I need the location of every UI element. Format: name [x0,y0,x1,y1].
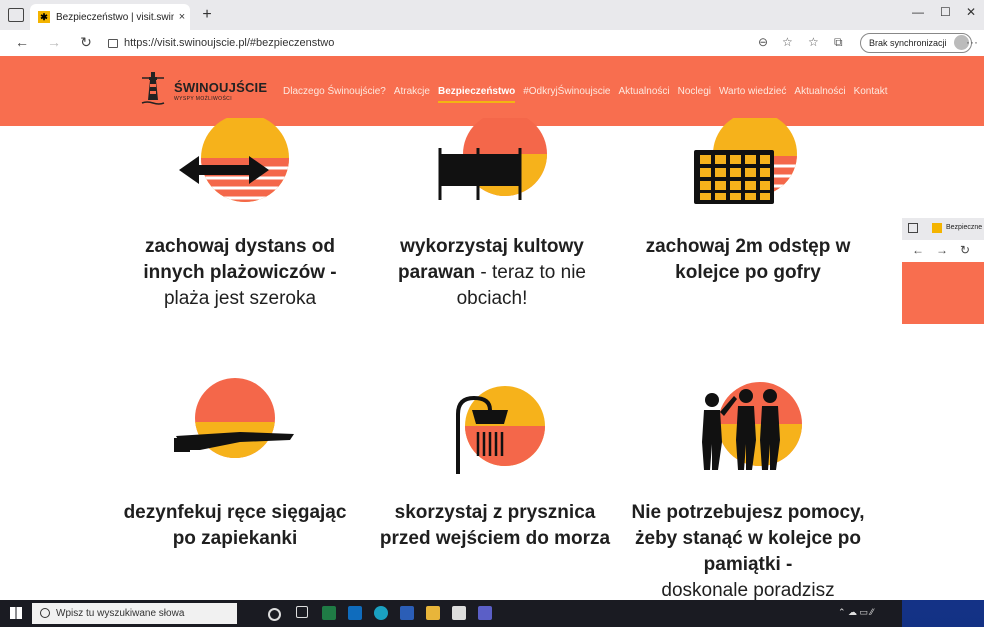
distance-arrows-icon [179,118,289,202]
tip-souvenirs-bold: Nie potrzebujesz pomocy, żeby stanąć w k… [631,502,865,575]
close-window-icon[interactable]: ✕ [966,5,976,19]
refresh-icon: ↻ [960,243,971,257]
edge-icon[interactable] [374,606,388,620]
forward-icon: → [936,243,948,257]
site-header: ŚWINOUJŚCIE WYSPY MOŻLIWOŚCI Dlaczego Św… [0,56,984,126]
hand-plate-icon [174,378,294,458]
menu-item-warto-wiedziec[interactable]: Warto wiedzieć [719,86,786,103]
lock-icon [108,38,118,48]
tip-waffles-bold: zachowaj 2m odstęp w kolejce po gofry [645,236,851,283]
waffle-icon [694,118,797,204]
new-tab-button[interactable]: + [196,4,218,26]
tip-souvenirs: Nie potrzebujesz pomocy, żeby stanąć w k… [628,500,868,600]
tip-souvenirs-light: doskonale poradzisz [661,580,835,600]
logo-name: ŚWINOUJŚCIE [174,80,268,95]
menu-item-aktualnosci-2[interactable]: Aktualności [794,86,845,103]
windbreak-icon [438,118,547,200]
background-site-header [902,262,984,324]
maximize-icon[interactable]: ☐ [940,5,951,19]
browser-window: ✱ Bezpieczeństwo | visit.swinoujsc × + —… [0,0,984,600]
collections-icon[interactable]: ⧉ [834,35,843,50]
menu-item-bezpieczenstwo[interactable]: Bezpieczeństwo [437,86,516,103]
tab-strip: ✱ Bezpieczeństwo | visit.swinoujsc × + —… [0,0,984,30]
site-favicon-icon [932,223,942,233]
site-favicon-icon: ✱ [38,11,50,23]
search-icon [40,608,50,618]
tip-shower-bold: skorzystaj z prysznica przed wejściem do… [379,502,611,549]
menu-item-odkryj[interactable]: #OdkryjŚwinoujscie [523,86,610,103]
shower-icon [456,386,545,474]
tip-sanitize-bold: dezynfekuj ręce sięgając po zapiekanki [123,502,347,549]
tip-distance-bold: zachowaj dystans od innych plażowiczów - [143,236,337,283]
cortana-icon[interactable] [268,608,281,621]
forward-icon[interactable]: → [44,34,64,50]
tab-actions-icon [908,223,918,233]
tip-distance: zachowaj dystans od innych plażowiczów -… [120,234,360,312]
file-explorer-icon[interactable] [426,606,440,620]
minimize-icon[interactable]: — [912,5,924,19]
background-tab-strip: Bezpieczne [902,218,984,240]
store-icon[interactable] [452,606,466,620]
tab-close-icon[interactable]: × [174,11,190,23]
zoom-icon[interactable]: ⊖ [758,35,768,49]
menu-item-noclegi[interactable]: Noclegi [678,86,711,103]
background-browser-window[interactable]: Bezpieczne ← → ↻ [902,218,984,324]
tip-sanitize: dezynfekuj ręce sięgając po zapiekanki [115,500,355,552]
tab-bezpieczenstwo[interactable]: ✱ Bezpieczeństwo | visit.swinoujsc × [30,4,190,30]
more-menu-icon[interactable]: ··· [966,35,978,49]
word-icon[interactable] [400,606,414,620]
safety-tips-section: zachowaj dystans od innych plażowiczów -… [0,118,984,600]
task-view-icon[interactable] [296,606,308,618]
background-address-row: ← → ↻ [902,240,984,262]
back-icon[interactable]: ← [12,34,32,50]
favorites-list-icon[interactable]: ☆ [808,35,819,49]
menu-item-aktualnosci[interactable]: Aktualności [618,86,669,103]
tip-distance-light: plaża jest szeroka [163,288,317,309]
outlook-icon[interactable] [348,606,362,620]
teams-icon[interactable] [478,606,492,620]
refresh-icon[interactable]: ↻ [76,34,96,51]
menu-item-kontakt[interactable]: Kontakt [854,86,888,103]
url-text: https://visit.swinoujscie.pl/#bezpieczen… [124,37,335,49]
tab-actions-icon[interactable] [8,8,24,22]
taskbar-search-input[interactable]: Wpisz tu wyszukiwane słowa [32,603,237,624]
start-windows-icon[interactable] [10,607,22,619]
background-tab-title: Bezpieczne [946,224,983,231]
windows-taskbar: Wpisz tu wyszukiwane słowa ⌃ ☁ ▭ ⁄⁄ [0,600,902,627]
tip-windbreak: wykorzystaj kultowy parawan - teraz to n… [372,234,612,312]
sync-button[interactable]: Brak synchronizacji [860,33,972,53]
people-queue-icon [702,382,802,470]
search-placeholder: Wpisz tu wyszukiwane słowa [56,608,185,619]
logo-tagline: WYSPY MOŻLIWOŚCI [174,96,232,102]
menu-item-atrakcje[interactable]: Atrakcje [394,86,430,103]
site-logo[interactable]: ŚWINOUJŚCIE WYSPY MOŻLIWOŚCI [140,68,270,112]
lighthouse-logo-icon [141,72,165,105]
url-field[interactable]: https://visit.swinoujscie.pl/#bezpieczen… [108,34,728,52]
sync-label: Brak synchronizacji [869,38,947,48]
tip-shower: skorzystaj z prysznica przed wejściem do… [375,500,615,552]
address-bar-row: ← → ↻ https://visit.swinoujscie.pl/#bezp… [0,30,984,57]
system-tray[interactable]: ⌃ ☁ ▭ ⁄⁄ [838,607,874,618]
back-icon: ← [912,243,924,257]
excel-icon[interactable] [322,606,336,620]
tip-waffles: zachowaj 2m odstęp w kolejce po gofry [628,234,868,286]
tip-windbreak-light: - teraz to nie obciach! [456,262,586,309]
tab-title: Bezpieczeństwo | visit.swinoujsc [56,11,174,23]
main-menu: Dlaczego Świnoujście? Atrakcje Bezpiecze… [283,86,887,103]
menu-item-dlaczego[interactable]: Dlaczego Świnoujście? [283,86,386,103]
favorite-star-icon[interactable]: ☆ [782,35,793,49]
